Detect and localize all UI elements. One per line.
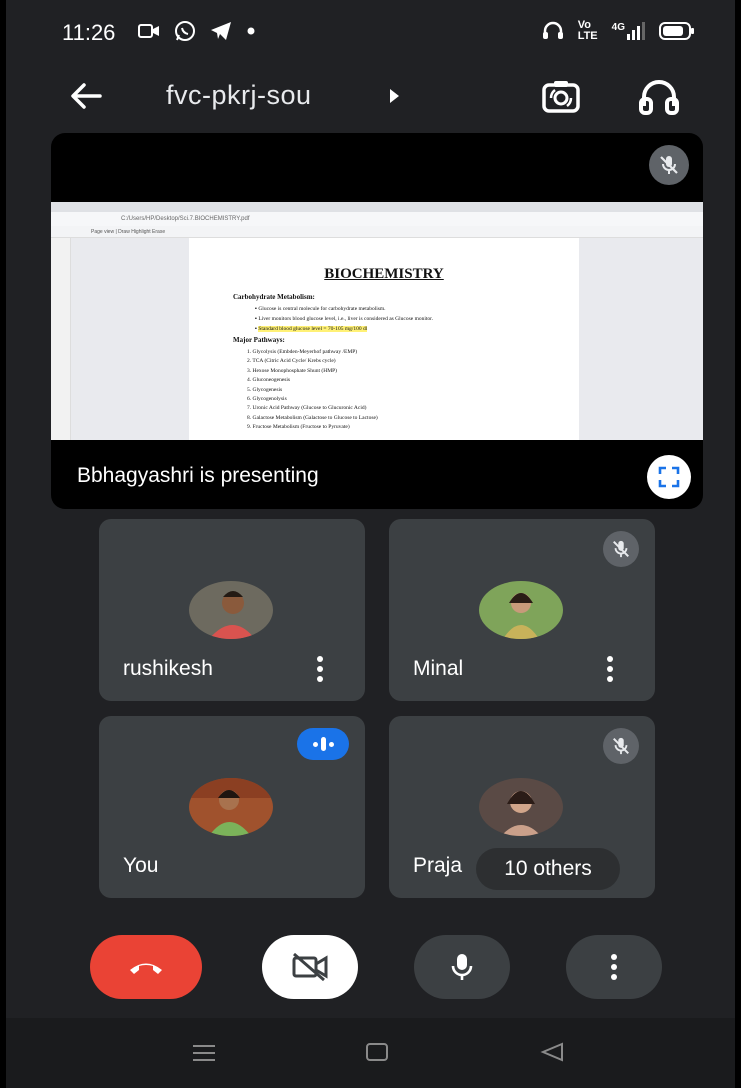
telegram-icon xyxy=(211,22,231,40)
document-bullet: ▪ Liver monitors blood glucose level, i.… xyxy=(255,316,434,322)
document-heading: Carbohydrate Metabolism: xyxy=(233,293,315,301)
fullscreen-button[interactable] xyxy=(647,455,691,499)
participant-name: Praja xyxy=(413,854,463,877)
speaking-indicator xyxy=(297,728,349,760)
document-list-item: 8. Galactose Metabolism (Galactose to Gl… xyxy=(247,414,378,421)
muted-badge xyxy=(603,728,639,764)
mic-off-icon xyxy=(660,156,678,174)
recents-menu-icon[interactable] xyxy=(192,1044,216,1062)
meeting-info-arrow-icon[interactable] xyxy=(388,88,400,104)
mic-off-icon xyxy=(613,540,629,558)
document-list-item: 6. Glycogenolysis xyxy=(247,395,287,402)
headset-status-icon xyxy=(542,21,563,39)
document-list-item: 5. Glycogenesis xyxy=(247,386,283,393)
avatar xyxy=(479,778,563,836)
status-time: 11:26 xyxy=(62,20,116,45)
participant-tile-you[interactable]: You xyxy=(99,716,365,898)
back-arrow-icon[interactable] xyxy=(68,78,104,114)
meeting-code[interactable]: fvc-pkrj-sou xyxy=(166,80,312,111)
document-list-item: 2. TCA (Citric Acid Cycle/ Krebs cycle) xyxy=(247,358,336,365)
shared-screen-content: C:/Users/HP/Desktop/Sci.7.BIOCHEMISTRY.p… xyxy=(51,202,703,440)
battery-icon xyxy=(659,22,694,40)
presenter-muted-badge xyxy=(649,145,689,185)
microphone-icon xyxy=(451,954,473,980)
document-bullet: ▪ Glucose is central molecule for carboh… xyxy=(255,306,386,312)
document-heading: Major Pathways: xyxy=(233,336,285,344)
audio-output-headphones-icon[interactable] xyxy=(636,74,682,120)
pdf-toolbar: Page view | Draw Highlight Erase xyxy=(51,226,703,238)
switch-camera-icon[interactable] xyxy=(538,74,584,120)
document-list-item: 7. Uronic Acid Pathway (Glucose to Glucu… xyxy=(247,405,367,412)
home-icon[interactable] xyxy=(366,1043,388,1061)
muted-badge xyxy=(603,531,639,567)
whatsapp-icon xyxy=(175,21,195,41)
microphone-button[interactable] xyxy=(414,935,510,999)
video-notification-icon xyxy=(138,24,159,38)
meet-screen: 11:26 Vo LTE 4G fvc-pkrj-sou C:/Users/HP… xyxy=(6,0,735,1088)
pdf-page: BIOCHEMISTRY Carbohydrate Metabolism: ▪ … xyxy=(189,238,579,440)
volte-indicator: Vo LTE xyxy=(577,19,598,42)
browser-tab-bar xyxy=(51,202,703,212)
camera-off-icon xyxy=(292,952,328,982)
document-bullet-highlighted: ▪ Standard blood glucose level = 70-105 … xyxy=(255,326,368,332)
system-nav-bar xyxy=(6,1018,735,1088)
document-list-item: 3. Hexose Monophosphate Shunt (HMP) xyxy=(247,367,337,374)
participant-tile-rushikesh[interactable]: rushikesh xyxy=(99,519,365,701)
document-list-item: 9. Fructose Metabolism (Fructose to Pyru… xyxy=(247,424,350,431)
document-list-item: 4. Gluconeogenesis xyxy=(247,377,291,384)
fullscreen-icon xyxy=(658,466,680,488)
phone-hangup-icon xyxy=(130,963,162,974)
browser-address-bar: C:/Users/HP/Desktop/Sci.7.BIOCHEMISTRY.p… xyxy=(51,212,703,226)
camera-toggle-button[interactable] xyxy=(262,935,358,999)
more-vert-icon[interactable] xyxy=(315,655,325,683)
signal-icon: 4G xyxy=(612,22,645,40)
document-title: BIOCHEMISTRY xyxy=(324,266,444,282)
document-list-item: 1. Glycolysis (Embden-Meyerhof pathway /… xyxy=(247,349,358,355)
end-call-button[interactable] xyxy=(90,935,202,999)
status-bar: 11:26 Vo LTE 4G xyxy=(6,0,735,64)
participant-name: Minal xyxy=(413,657,464,680)
meeting-header: fvc-pkrj-sou xyxy=(6,70,735,120)
participant-name: You xyxy=(123,854,159,877)
presenter-label: Bbhagyashri is presenting xyxy=(77,464,319,487)
avatar xyxy=(189,581,273,639)
more-options-button[interactable] xyxy=(566,935,662,999)
avatar xyxy=(189,778,273,836)
more-vert-icon xyxy=(611,954,617,980)
pdf-sidebar xyxy=(51,238,71,440)
presentation-tile[interactable]: C:/Users/HP/Desktop/Sci.7.BIOCHEMISTRY.p… xyxy=(51,133,703,509)
others-count-chip[interactable]: 10 others xyxy=(476,848,620,890)
nav-back-icon[interactable] xyxy=(540,1042,564,1062)
participant-name: rushikesh xyxy=(123,657,213,680)
mic-off-icon xyxy=(613,737,629,755)
more-vert-icon[interactable] xyxy=(605,655,615,683)
participant-tile-minal[interactable]: Minal xyxy=(389,519,655,701)
notification-dot-icon xyxy=(247,27,255,35)
avatar xyxy=(479,581,563,639)
